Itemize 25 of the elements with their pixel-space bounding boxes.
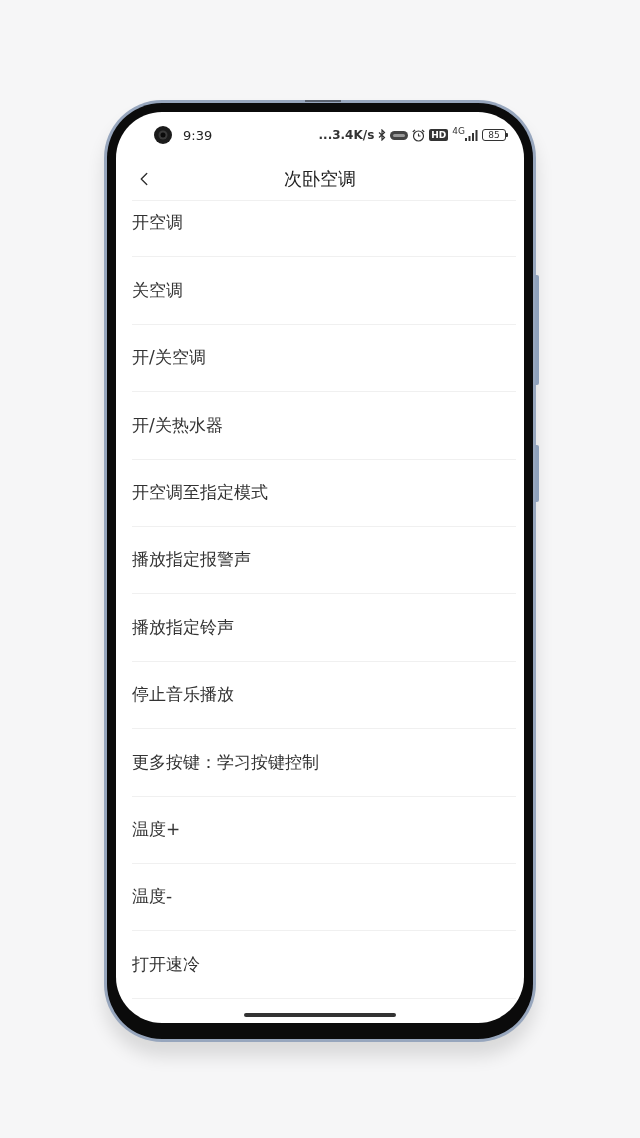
camera-hole [154,126,172,144]
battery-indicator: 85 [482,129,508,141]
list-item[interactable]: 开/关热水器 [132,392,516,460]
side-button[interactable] [535,275,539,385]
list-item[interactable]: 温度+ [132,796,516,864]
network-speed: ...3.4K/s [318,129,375,141]
capsule-icon [390,130,409,140]
network-type: 4G [452,126,465,136]
bluetooth-icon [378,129,387,141]
list-item[interactable]: 播放指定铃声 [132,594,516,662]
list-item[interactable]: 播放指定报警声 [132,526,516,595]
signal-icon [465,129,478,141]
list-item[interactable]: 关空调 [132,257,516,325]
hd-badge: HD [429,129,449,141]
alarm-clock-icon [412,128,426,142]
status-time: 9:39 [183,128,213,142]
side-button[interactable] [535,445,539,502]
list-item[interactable]: 打开速冷 [132,931,516,999]
list-item[interactable]: 开空调至指定模式 [132,459,516,527]
page-title: 次卧空调 [284,170,356,188]
list-item[interactable]: 开空调 [132,201,516,258]
list-item[interactable]: 温度- [132,863,516,932]
list-item[interactable]: 开/关空调 [132,324,516,393]
list-item[interactable]: 停止音乐播放 [132,661,516,730]
list-item[interactable]: 更多按键：学习按键控制 [132,729,516,797]
